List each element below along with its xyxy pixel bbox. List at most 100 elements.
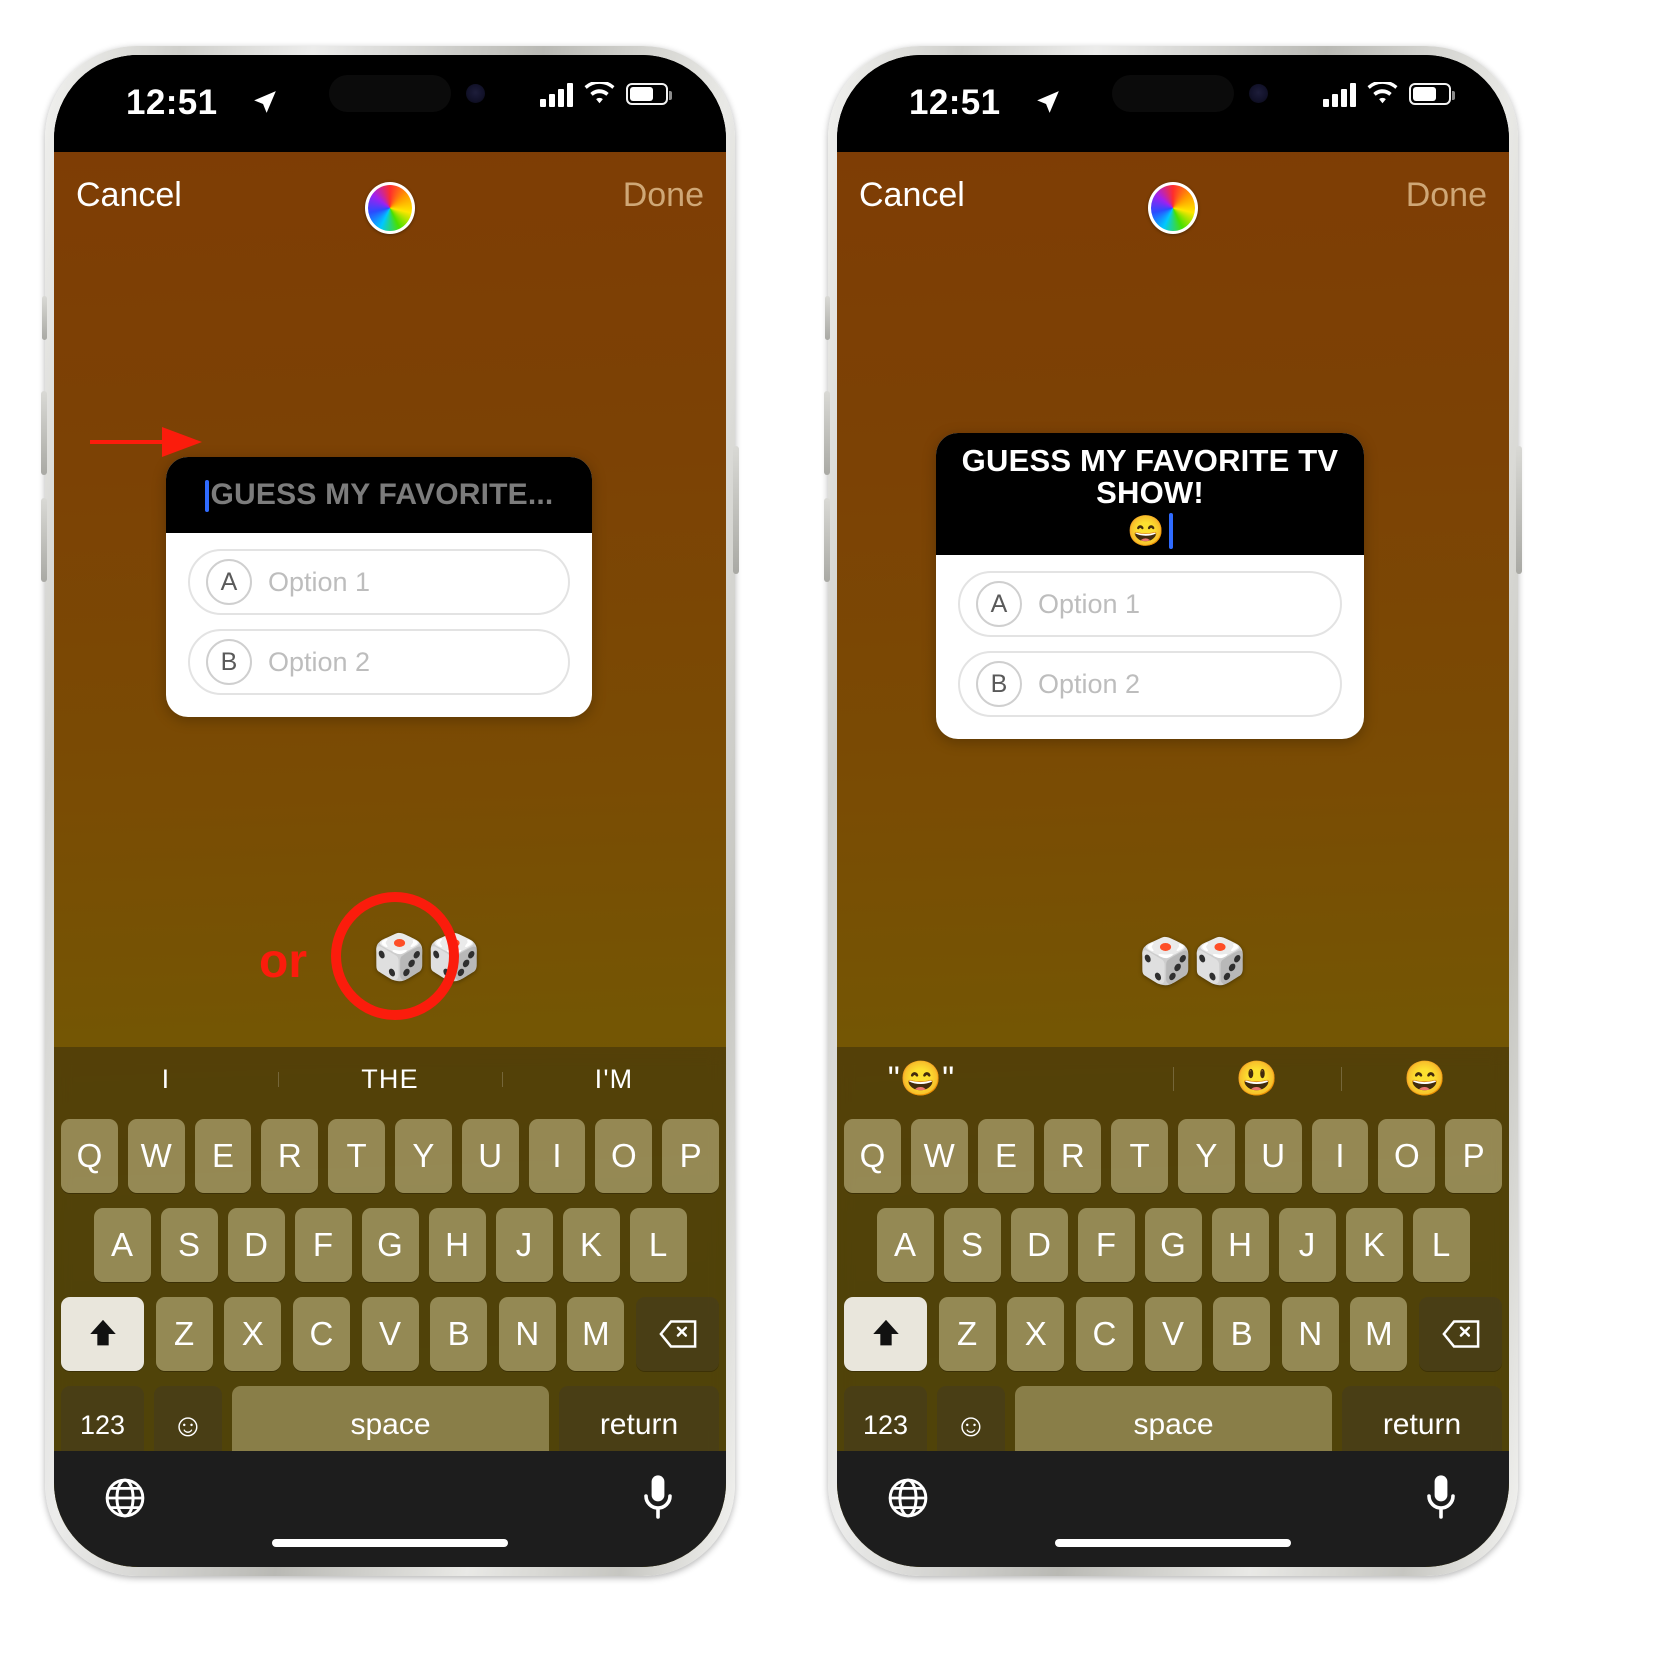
globe-icon[interactable] [887, 1477, 929, 1519]
key-g[interactable]: G [1144, 1208, 1202, 1282]
key-b[interactable]: B [1213, 1297, 1271, 1371]
key-o[interactable]: O [595, 1119, 653, 1193]
cancel-button[interactable]: Cancel [76, 176, 182, 215]
key-c[interactable]: C [1075, 1297, 1133, 1371]
key-p[interactable]: P [662, 1119, 719, 1193]
key-t[interactable]: T [328, 1119, 385, 1193]
key-m[interactable]: M [1350, 1297, 1408, 1371]
volume-up-button[interactable] [41, 391, 47, 475]
key-m[interactable]: M [567, 1297, 625, 1371]
poll-sticker-right[interactable]: GUESS MY FAVORITE TV SHOW! 😄 A Option 1 [936, 433, 1364, 739]
key-r[interactable]: R [261, 1119, 319, 1193]
poll-option-a[interactable]: A Option 1 [188, 549, 570, 615]
key-f[interactable]: F [1077, 1208, 1135, 1282]
key-j[interactable]: J [1278, 1208, 1336, 1282]
shift-key[interactable] [61, 1297, 144, 1371]
key-l[interactable]: L [1412, 1208, 1470, 1282]
color-wheel-icon[interactable] [1148, 182, 1198, 234]
home-indicator[interactable] [1055, 1539, 1291, 1547]
key-z[interactable]: Z [155, 1297, 213, 1371]
mute-switch[interactable] [825, 296, 830, 340]
text-caret [204, 480, 209, 513]
suggestion-0[interactable]: "😄" [837, 1059, 1005, 1099]
key-v[interactable]: V [361, 1297, 419, 1371]
suggestion-3[interactable]: 😄 [1341, 1059, 1509, 1099]
key-d[interactable]: D [1010, 1208, 1068, 1282]
story-canvas-left[interactable]: Cancel Done GUESS MY FAVORITE... A Optio… [54, 152, 726, 1567]
key-h[interactable]: H [428, 1208, 486, 1282]
key-u[interactable]: U [461, 1119, 519, 1193]
face-id-camera-icon [1249, 84, 1268, 103]
key-h[interactable]: H [1211, 1208, 1269, 1282]
key-a[interactable]: A [876, 1208, 934, 1282]
suggestion-0[interactable]: I [54, 1064, 278, 1095]
poll-option-b[interactable]: B Option 2 [188, 629, 570, 695]
power-button[interactable] [733, 446, 739, 574]
backspace-key[interactable] [1419, 1297, 1502, 1371]
red-arrow-icon [90, 427, 202, 457]
game-die-icon[interactable]: 🎲🎲 [1138, 940, 1248, 984]
volume-down-button[interactable] [824, 498, 830, 582]
key-s[interactable]: S [160, 1208, 218, 1282]
key-v[interactable]: V [1144, 1297, 1202, 1371]
key-f[interactable]: F [294, 1208, 352, 1282]
key-x[interactable]: X [1007, 1297, 1065, 1371]
key-z[interactable]: Z [938, 1297, 996, 1371]
text-caret [1168, 513, 1173, 550]
cancel-button[interactable]: Cancel [859, 176, 965, 215]
suggestion-2[interactable]: 😃 [1173, 1059, 1341, 1099]
key-e[interactable]: E [194, 1119, 252, 1193]
globe-icon[interactable] [104, 1477, 146, 1519]
key-p[interactable]: P [1445, 1119, 1502, 1193]
key-g[interactable]: G [361, 1208, 419, 1282]
shift-key[interactable] [844, 1297, 927, 1371]
suggestion-1[interactable]: THE [278, 1064, 502, 1095]
key-k[interactable]: K [1345, 1208, 1403, 1282]
volume-down-button[interactable] [41, 498, 47, 582]
key-u[interactable]: U [1244, 1119, 1302, 1193]
poll-question-field[interactable]: GUESS MY FAVORITE... [166, 457, 592, 533]
key-b[interactable]: B [430, 1297, 488, 1371]
key-k[interactable]: K [562, 1208, 620, 1282]
key-a[interactable]: A [93, 1208, 151, 1282]
key-s[interactable]: S [943, 1208, 1001, 1282]
key-q[interactable]: Q [61, 1119, 118, 1193]
key-w[interactable]: W [127, 1119, 185, 1193]
volume-up-button[interactable] [824, 391, 830, 475]
key-t[interactable]: T [1111, 1119, 1168, 1193]
poll-option-a[interactable]: A Option 1 [958, 571, 1342, 637]
key-y[interactable]: Y [395, 1119, 452, 1193]
key-c[interactable]: C [292, 1297, 350, 1371]
key-j[interactable]: J [495, 1208, 553, 1282]
color-wheel-icon[interactable] [365, 182, 415, 234]
home-indicator[interactable] [272, 1539, 508, 1547]
status-right-cluster [1323, 81, 1455, 107]
done-button[interactable]: Done [623, 176, 704, 215]
key-w[interactable]: W [910, 1119, 968, 1193]
editor-nav-right: Cancel Done [837, 152, 1509, 244]
key-e[interactable]: E [977, 1119, 1035, 1193]
key-n[interactable]: N [1281, 1297, 1339, 1371]
poll-question-field[interactable]: GUESS MY FAVORITE TV SHOW! 😄 [936, 433, 1364, 555]
done-button[interactable]: Done [1406, 176, 1487, 215]
key-r[interactable]: R [1044, 1119, 1102, 1193]
key-q[interactable]: Q [844, 1119, 901, 1193]
backspace-key[interactable] [636, 1297, 719, 1371]
poll-options-right: A Option 1 B Option 2 [936, 555, 1364, 739]
poll-option-b[interactable]: B Option 2 [958, 651, 1342, 717]
suggestion-2[interactable]: I'M [502, 1064, 726, 1095]
poll-sticker-left[interactable]: GUESS MY FAVORITE... A Option 1 B Option… [166, 457, 592, 717]
mute-switch[interactable] [42, 296, 47, 340]
key-y[interactable]: Y [1178, 1119, 1235, 1193]
microphone-icon[interactable] [642, 1473, 674, 1521]
key-i[interactable]: I [528, 1119, 586, 1193]
key-x[interactable]: X [224, 1297, 282, 1371]
key-o[interactable]: O [1378, 1119, 1436, 1193]
microphone-icon[interactable] [1425, 1473, 1457, 1521]
key-n[interactable]: N [498, 1297, 556, 1371]
key-i[interactable]: I [1311, 1119, 1369, 1193]
key-d[interactable]: D [227, 1208, 285, 1282]
key-l[interactable]: L [629, 1208, 687, 1282]
story-canvas-right[interactable]: Cancel Done GUESS MY FAVORITE TV SHOW! 😄 [837, 152, 1509, 1567]
power-button[interactable] [1516, 446, 1522, 574]
